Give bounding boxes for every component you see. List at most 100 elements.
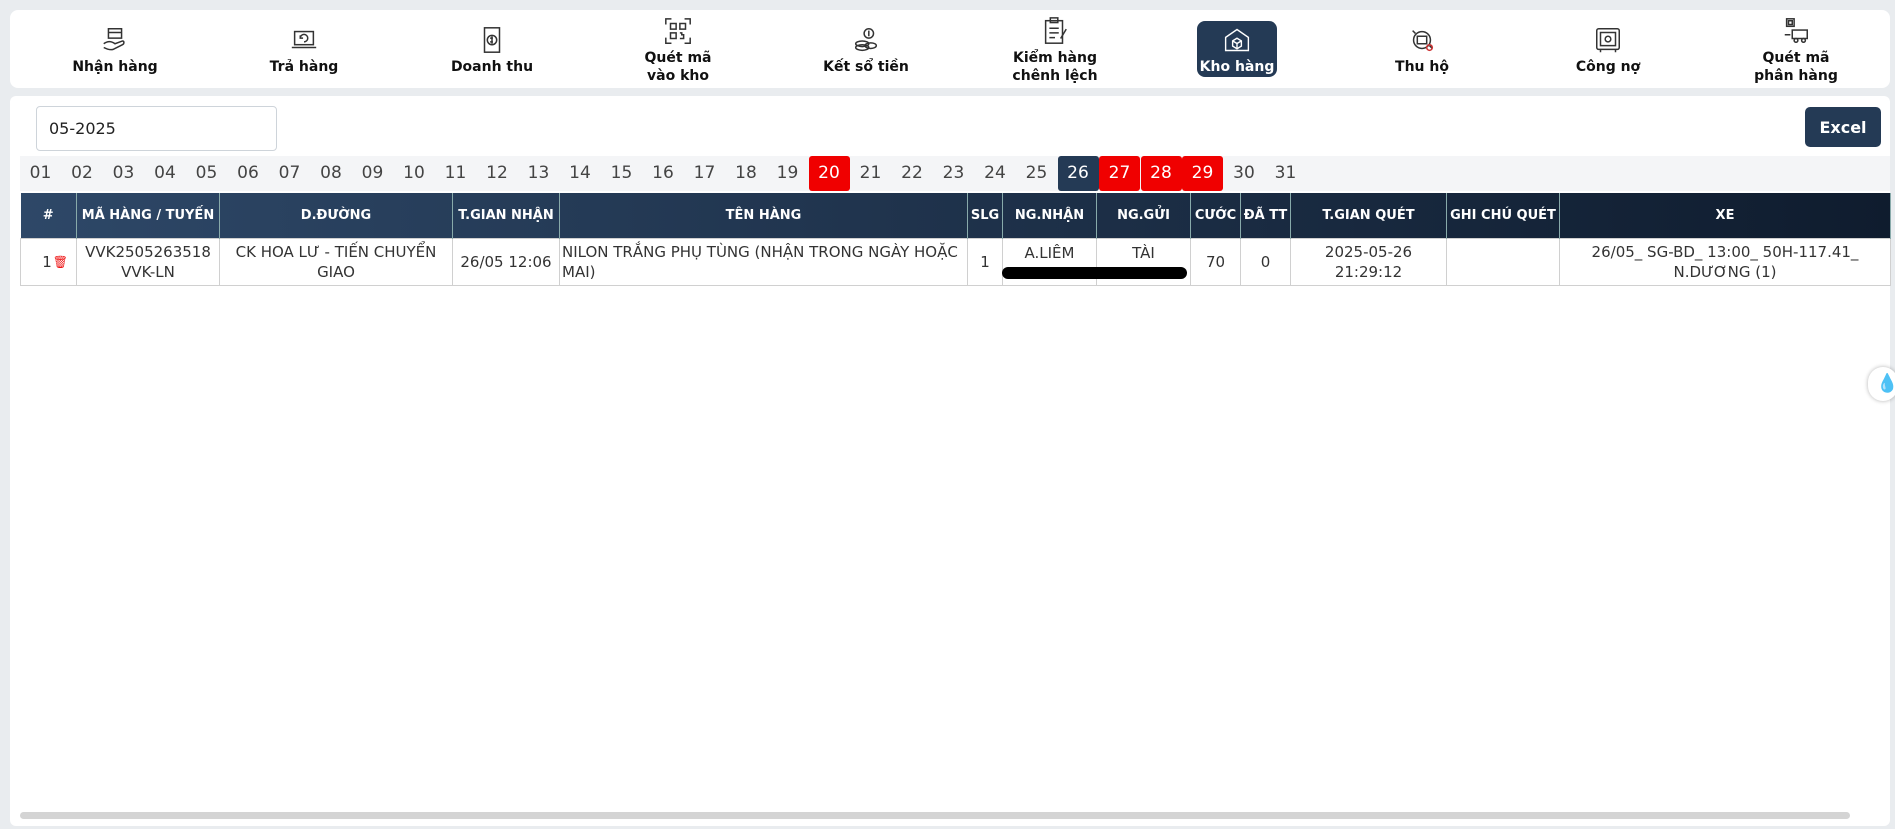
cell-code-route: VVK2505263518 VVK-LN <box>76 237 220 286</box>
nav-debt[interactable]: Công nợ <box>1533 10 1683 88</box>
top-navigation: Nhận hàng Trả hàng Doanh thu Quét mã vào… <box>10 10 1890 88</box>
cell-paid: 0 <box>1240 237 1291 286</box>
day-21[interactable]: 21 <box>850 156 891 191</box>
nav-label: Kiểm hàng chênh lệch <box>1012 49 1098 84</box>
return-laptop-icon <box>287 23 321 57</box>
nav-warehouse[interactable]: Kho hàng <box>1197 21 1277 77</box>
day-13[interactable]: 13 <box>518 156 559 191</box>
col-header-index[interactable]: # <box>20 193 77 238</box>
cell-road: CK HOA LƯ - TIẾN CHUYỂN GIAO <box>219 237 453 286</box>
col-header-road[interactable]: D.ĐƯỜNG <box>219 193 453 238</box>
table-row[interactable]: 1🗑 VVK2505263518 VVK-LN CK HOA LƯ - TIẾN… <box>20 237 1891 286</box>
coins-stack-icon <box>849 23 883 57</box>
day-18[interactable]: 18 <box>726 156 767 191</box>
col-header-qty[interactable]: SLG <box>967 193 1003 238</box>
cell-scan-time: 2025-05-26 21:29:12 <box>1290 237 1447 286</box>
day-14[interactable]: 14 <box>560 156 601 191</box>
day-29[interactable]: 29 <box>1182 156 1223 191</box>
col-header-fee[interactable]: CƯỚC <box>1190 193 1241 238</box>
redaction-mark <box>1002 267 1187 279</box>
cell-fee: 70 <box>1190 237 1241 286</box>
day-16[interactable]: 16 <box>643 156 684 191</box>
day-01[interactable]: 01 <box>20 156 61 191</box>
item-route: VVK-LN <box>121 262 175 281</box>
nav-scan-into-warehouse[interactable]: Quét mã vào kho <box>603 10 753 88</box>
day-28[interactable]: 28 <box>1140 156 1182 191</box>
col-header-sender[interactable]: NG.GỬI <box>1096 193 1191 238</box>
scan-date: 2025-05-26 <box>1324 242 1413 261</box>
nav-check-discrepancy[interactable]: Kiểm hàng chênh lệch <box>980 10 1130 88</box>
month-input[interactable] <box>36 106 277 151</box>
cell-vehicle: 26/05_ SG-BD_ 13:00_ 50H-117.41_ N.DƯƠNG… <box>1559 237 1891 286</box>
day-05[interactable]: 05 <box>186 156 227 191</box>
day-19[interactable]: 19 <box>767 156 808 191</box>
revenue-cash-icon <box>475 23 509 57</box>
nav-label: Trả hàng <box>269 58 339 75</box>
nav-label: Kho hàng <box>1199 58 1275 75</box>
day-20[interactable]: 20 <box>808 156 850 191</box>
day-10[interactable]: 10 <box>394 156 435 191</box>
qr-scan-icon <box>661 14 695 48</box>
day-03[interactable]: 03 <box>103 156 144 191</box>
day-15[interactable]: 15 <box>601 156 642 191</box>
cell-index: 1🗑 <box>20 237 77 286</box>
day-27[interactable]: 27 <box>1099 156 1140 191</box>
cell-scan-note <box>1446 237 1560 286</box>
day-25[interactable]: 25 <box>1016 156 1057 191</box>
nav-close-cash-book[interactable]: Kết sổ tiền <box>791 10 941 88</box>
day-09[interactable]: 09 <box>352 156 393 191</box>
day-07[interactable]: 07 <box>269 156 310 191</box>
day-selector: 01 02 03 04 05 06 07 08 09 10 11 12 13 14 15 16 17 18 19 20… <box>20 156 1890 191</box>
nav-cod-collection[interactable]: Thu hộ <box>1347 10 1497 88</box>
nav-revenue[interactable]: Doanh thu <box>417 10 567 88</box>
excel-export-button[interactable]: Excel <box>1805 107 1881 147</box>
cod-collect-icon <box>1405 23 1439 57</box>
trash-icon[interactable]: 🗑 <box>53 252 68 272</box>
day-08[interactable]: 08 <box>311 156 352 191</box>
nav-label: Quét mã vào kho <box>644 49 712 84</box>
cell-qty: 1 <box>967 237 1003 286</box>
cell-item-name: NILON TRẮNG PHỤ TÙNG (NHẬN TRONG NGÀY HO… <box>559 237 968 286</box>
warehouse-icon <box>1220 23 1254 57</box>
nav-label: Quét mã phân hàng <box>1754 49 1838 84</box>
day-02[interactable]: 02 <box>62 156 103 191</box>
water-drop-icon[interactable]: 💧 <box>1868 367 1895 401</box>
main-panel: Excel 0102030405060708091011121314151617… <box>10 96 1891 826</box>
nav-label: Công nợ <box>1575 58 1641 75</box>
horizontal-scrollbar[interactable] <box>20 812 1850 819</box>
day-31[interactable]: 31 <box>1265 156 1306 191</box>
safe-box-icon <box>1591 23 1625 57</box>
col-header-scan-note[interactable]: GHI CHÚ QUÉT <box>1446 193 1560 238</box>
day-30[interactable]: 30 <box>1224 156 1265 191</box>
col-header-paid[interactable]: ĐÃ TT <box>1240 193 1291 238</box>
nav-label: Doanh thu <box>450 58 534 75</box>
nav-return-goods[interactable]: Trả hàng <box>229 10 379 88</box>
col-header-vehicle[interactable]: XE <box>1559 193 1891 238</box>
day-12[interactable]: 12 <box>477 156 518 191</box>
day-24[interactable]: 24 <box>975 156 1016 191</box>
col-header-scan-time[interactable]: T.GIAN QUÉT <box>1290 193 1447 238</box>
col-header-code-route[interactable]: MÃ HÀNG / TUYẾN <box>76 193 220 238</box>
table-header-row: # MÃ HÀNG / TUYẾN D.ĐƯỜNG T.GIAN NHẬN TÊ… <box>20 193 1891 238</box>
col-header-received-time[interactable]: T.GIAN NHẬN <box>452 193 560 238</box>
nav-receive-goods[interactable]: Nhận hàng <box>40 10 190 88</box>
day-22[interactable]: 22 <box>892 156 933 191</box>
day-17[interactable]: 17 <box>684 156 725 191</box>
item-code: VVK2505263518 <box>85 242 211 261</box>
day-11[interactable]: 11 <box>435 156 476 191</box>
day-04[interactable]: 04 <box>145 156 186 191</box>
cell-received-time: 26/05 12:06 <box>452 237 560 286</box>
nav-scan-sort[interactable]: Quét mã phân hàng <box>1721 10 1871 88</box>
nav-label: Kết sổ tiền <box>823 58 909 75</box>
day-26[interactable]: 26 <box>1057 156 1099 191</box>
receive-package-icon <box>98 23 132 57</box>
nav-label: Nhận hàng <box>72 58 158 75</box>
col-header-item-name[interactable]: TÊN HÀNG <box>559 193 968 238</box>
scan-sort-icon <box>1779 14 1813 48</box>
day-23[interactable]: 23 <box>933 156 974 191</box>
nav-label: Thu hộ <box>1395 58 1449 75</box>
day-06[interactable]: 06 <box>228 156 269 191</box>
col-header-receiver[interactable]: NG.NHẬN <box>1002 193 1097 238</box>
warehouse-table: # MÃ HÀNG / TUYẾN D.ĐƯỜNG T.GIAN NHẬN TÊ… <box>20 193 1891 286</box>
row-index: 1 <box>42 252 52 271</box>
